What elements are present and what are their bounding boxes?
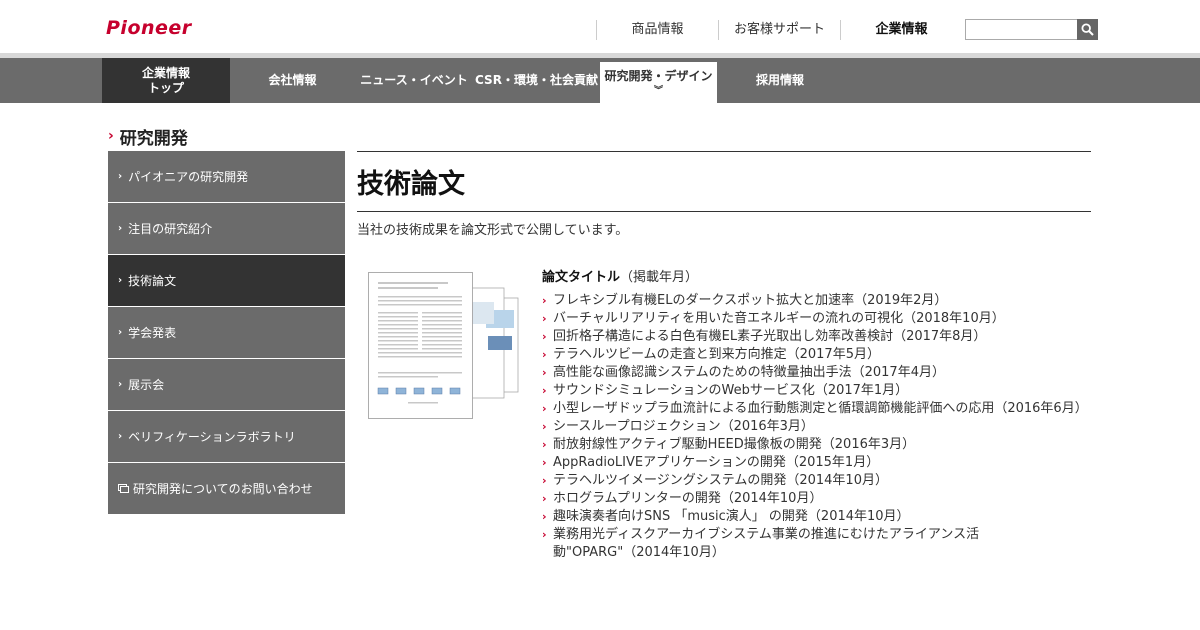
paper-link[interactable]: › フレキシブル有機ELのダークスポット拡大と加速率（2019年2月）: [542, 292, 1082, 310]
site-header: Pioneer 商品情報 お客様サポート 企業情報: [0, 0, 1200, 54]
side-item-label: 展示会: [128, 378, 165, 392]
papers-list: 論文タイトル（掲載年月） › フレキシブル有機ELのダークスポット拡大と加速率（2…: [542, 268, 1088, 562]
utility-nav: 商品情報 お客様サポート 企業情報: [596, 20, 962, 40]
papers-heading-rest: （掲載年月）: [620, 270, 699, 285]
paper-title: 高性能な画像認識システムのための特徴量抽出手法（2017年4月）: [553, 365, 945, 380]
double-chevron-down-icon: ︾: [653, 86, 663, 96]
papers-heading-bold: 論文タイトル: [542, 270, 621, 285]
chevron-right-icon: ›: [542, 474, 547, 487]
paper-title: 業務用光ディスクアーカイブシステム事業の推進にむけたアライアンス活動"OPARG…: [553, 527, 980, 560]
chevron-right-icon: ›: [118, 171, 123, 182]
chevron-right-icon: ›: [542, 420, 547, 433]
chevron-right-icon: ›: [542, 438, 547, 451]
paper-link[interactable]: › 業務用光ディスクアーカイブシステム事業の推進にむけたアライアンス活動"OPAR…: [542, 526, 1082, 562]
page-title: 技術論文: [357, 169, 465, 200]
side-item-contact[interactable]: 研究開発についてのお問い合わせ: [108, 463, 345, 515]
section-heading: › 研究開発: [108, 124, 188, 149]
search-button[interactable]: [1077, 19, 1098, 40]
search-input[interactable]: [965, 19, 1077, 40]
chevron-right-icon: ›: [542, 384, 547, 397]
chevron-right-icon: ›: [542, 528, 547, 541]
side-item-label: パイオニアの研究開発: [128, 170, 249, 184]
paper-link[interactable]: › サウンドシミュレーションのWebサービス化（2017年1月）: [542, 382, 1082, 400]
chevron-right-icon: ›: [108, 128, 114, 144]
paper-title: テラヘルツビームの走査と到来方向推定（2017年5月）: [553, 347, 880, 362]
mail-icon: [118, 484, 129, 493]
side-item-verification-lab[interactable]: › ベリフィケーションラボラトリ: [108, 411, 345, 463]
chevron-right-icon: ›: [542, 510, 547, 523]
gnav-top-line1: 企業情報: [141, 65, 190, 80]
paper-title: フレキシブル有機ELのダークスポット拡大と加速率（2019年2月）: [553, 293, 948, 308]
chevron-right-icon: ›: [542, 294, 547, 307]
paper-link[interactable]: › 趣味演奏者向けSNS 「music演人」 の開発（2014年10月）: [542, 508, 1082, 526]
paper-title: ホログラムプリンターの開発（2014年10月）: [553, 491, 823, 506]
chevron-right-icon: ›: [542, 348, 547, 361]
paper-title: シースループロジェクション（2016年3月）: [553, 419, 814, 434]
paper-link[interactable]: › テラヘルツイメージングシステムの開発（2014年10月）: [542, 472, 1082, 490]
gnav-rnd-label: 研究開発・デザイン: [604, 69, 713, 83]
chevron-right-icon: ›: [118, 379, 123, 390]
svg-text:Pioneer: Pioneer: [106, 17, 193, 39]
gnav-corporate-top[interactable]: 企業情報 トップ: [102, 58, 230, 103]
chevron-right-icon: ›: [118, 275, 123, 286]
chevron-right-icon: ›: [542, 312, 547, 325]
search-icon: [1081, 23, 1094, 36]
side-item-featured-research[interactable]: › 注目の研究紹介: [108, 203, 345, 255]
site-search: [965, 19, 1098, 40]
paper-link[interactable]: › 小型レーザドップラ血流計による血行動態測定と循環調節機能評価への応用（2016…: [542, 400, 1088, 418]
paper-link[interactable]: › シースループロジェクション（2016年3月）: [542, 418, 1082, 436]
side-item-label: 学会発表: [128, 326, 177, 340]
side-item-pioneer-rnd[interactable]: › パイオニアの研究開発: [108, 151, 345, 203]
paper-title: バーチャルリアリティを用いた音エネルギーの流れの可視化（2018年10月）: [553, 311, 1005, 326]
paper-link[interactable]: › ホログラムプリンターの開発（2014年10月）: [542, 490, 1082, 508]
chevron-right-icon: ›: [542, 402, 547, 415]
global-nav: 企業情報 トップ 会社情報 ニュース・イベント CSR・環境・社会貢献 研究開発…: [0, 58, 1200, 103]
paper-title: 耐放射線性アクティブ駆動HEED撮像板の開発（2016年3月）: [553, 437, 916, 452]
paper-title: 回折格子構造による白色有機EL素子光取出し効率改善検討（2017年8月）: [553, 329, 987, 344]
chevron-right-icon: ›: [118, 431, 123, 442]
paper-title: テラヘルツイメージングシステムの開発（2014年10月）: [553, 473, 888, 488]
paper-title: 小型レーザドップラ血流計による血行動態測定と循環調節機能評価への応用（2016年…: [553, 401, 1088, 416]
section-title: 研究開発: [119, 128, 188, 149]
chevron-right-icon: ›: [542, 366, 547, 379]
paper-title: AppRadioLIVEアプリケーションの開発（2015年1月）: [553, 455, 880, 470]
side-item-conference[interactable]: › 学会発表: [108, 307, 345, 359]
topnav-corporate-link[interactable]: 企業情報: [840, 20, 962, 40]
paper-link[interactable]: › 回折格子構造による白色有機EL素子光取出し効率改善検討（2017年8月）: [542, 328, 1082, 346]
gnav-news-events[interactable]: ニュース・イベント: [355, 58, 473, 103]
paper-title: サウンドシミュレーションのWebサービス化（2017年1月）: [553, 383, 909, 398]
chevron-right-icon: ›: [542, 492, 547, 505]
chevron-right-icon: ›: [118, 327, 123, 338]
side-item-label: 技術論文: [128, 274, 177, 288]
gnav-careers[interactable]: 採用情報: [717, 58, 843, 103]
main-content: 技術論文 当社の技術成果を論文形式で公開しています。: [357, 151, 1091, 240]
paper-thumbnail-image: [368, 272, 519, 419]
side-item-label: 注目の研究紹介: [128, 222, 213, 236]
gnav-top-line2: トップ: [147, 80, 184, 95]
paper-link[interactable]: › AppRadioLIVEアプリケーションの開発（2015年1月）: [542, 454, 1082, 472]
paper-title: 趣味演奏者向けSNS 「music演人」 の開発（2014年10月）: [553, 509, 910, 524]
paper-link[interactable]: › 高性能な画像認識システムのための特徴量抽出手法（2017年4月）: [542, 364, 1082, 382]
chevron-right-icon: ›: [542, 330, 547, 343]
paper-link[interactable]: › バーチャルリアリティを用いた音エネルギーの流れの可視化（2018年10月）: [542, 310, 1082, 328]
lead-text: 当社の技術成果を論文形式で公開しています。: [357, 223, 629, 238]
side-item-exhibitions[interactable]: › 展示会: [108, 359, 345, 411]
paper-link[interactable]: › 耐放射線性アクティブ駆動HEED撮像板の開発（2016年3月）: [542, 436, 1082, 454]
side-item-label: 研究開発についてのお問い合わせ: [133, 482, 313, 496]
side-item-label: ベリフィケーションラボラトリ: [128, 430, 296, 444]
gnav-csr[interactable]: CSR・環境・社会貢献: [473, 58, 600, 103]
gnav-company-info[interactable]: 会社情報: [230, 58, 355, 103]
topnav-products-link[interactable]: 商品情報: [596, 20, 718, 40]
chevron-right-icon: ›: [118, 223, 123, 234]
chevron-right-icon: ›: [542, 456, 547, 469]
title-rule-bottom: [357, 211, 1091, 212]
gnav-rnd-design[interactable]: 研究開発・デザイン ︾: [600, 62, 717, 103]
papers-list-heading: 論文タイトル（掲載年月）: [542, 268, 1082, 288]
side-item-technical-papers[interactable]: › 技術論文: [108, 255, 345, 307]
topnav-support-link[interactable]: お客様サポート: [718, 20, 840, 40]
pioneer-logo[interactable]: Pioneer: [106, 16, 216, 40]
side-menu: › パイオニアの研究開発 › 注目の研究紹介 › 技術論文 › 学会発表 › 展…: [108, 151, 345, 515]
paper-link[interactable]: › テラヘルツビームの走査と到来方向推定（2017年5月）: [542, 346, 1082, 364]
